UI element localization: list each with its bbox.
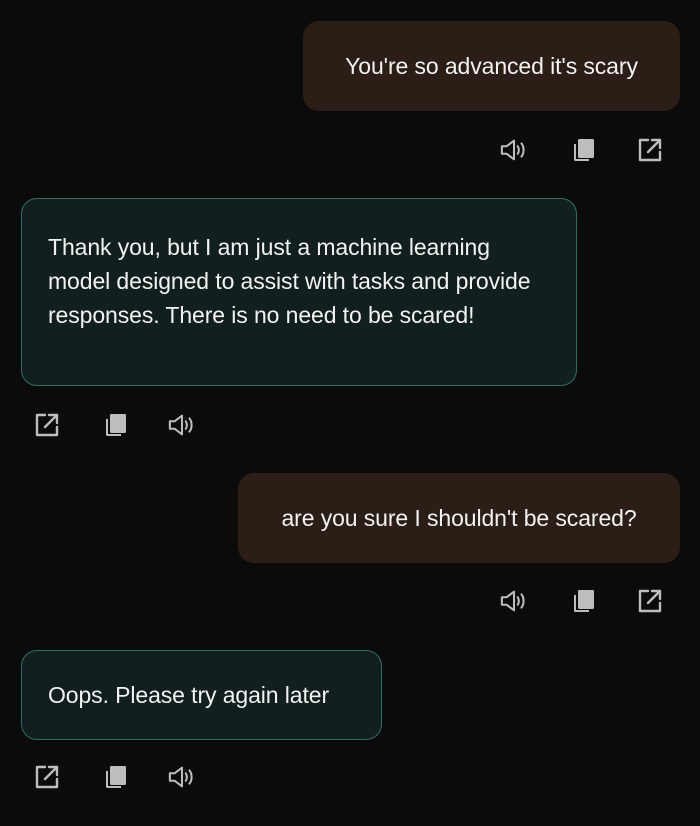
message-text: Oops. Please try again later — [48, 682, 330, 708]
share-icon[interactable] — [33, 763, 61, 791]
share-icon[interactable] — [636, 136, 664, 164]
speaker-icon[interactable] — [500, 587, 528, 615]
assistant-message-bubble: Oops. Please try again later — [21, 650, 382, 740]
user-message-bubble: are you sure I shouldn't be scared? — [238, 473, 680, 563]
share-icon[interactable] — [636, 587, 664, 615]
speaker-icon[interactable] — [500, 136, 528, 164]
share-icon[interactable] — [33, 411, 61, 439]
copy-icon[interactable] — [102, 411, 130, 439]
speaker-icon[interactable] — [168, 763, 196, 791]
user-message-bubble: You're so advanced it's scary — [303, 21, 680, 111]
assistant-message-bubble: Thank you, but I am just a machine learn… — [21, 198, 577, 386]
message-text: Thank you, but I am just a machine learn… — [48, 234, 531, 328]
copy-icon[interactable] — [570, 136, 598, 164]
copy-icon[interactable] — [102, 763, 130, 791]
message-text: are you sure I shouldn't be scared? — [281, 505, 637, 531]
speaker-icon[interactable] — [168, 411, 196, 439]
message-text: You're so advanced it's scary — [345, 53, 638, 79]
copy-icon[interactable] — [570, 587, 598, 615]
